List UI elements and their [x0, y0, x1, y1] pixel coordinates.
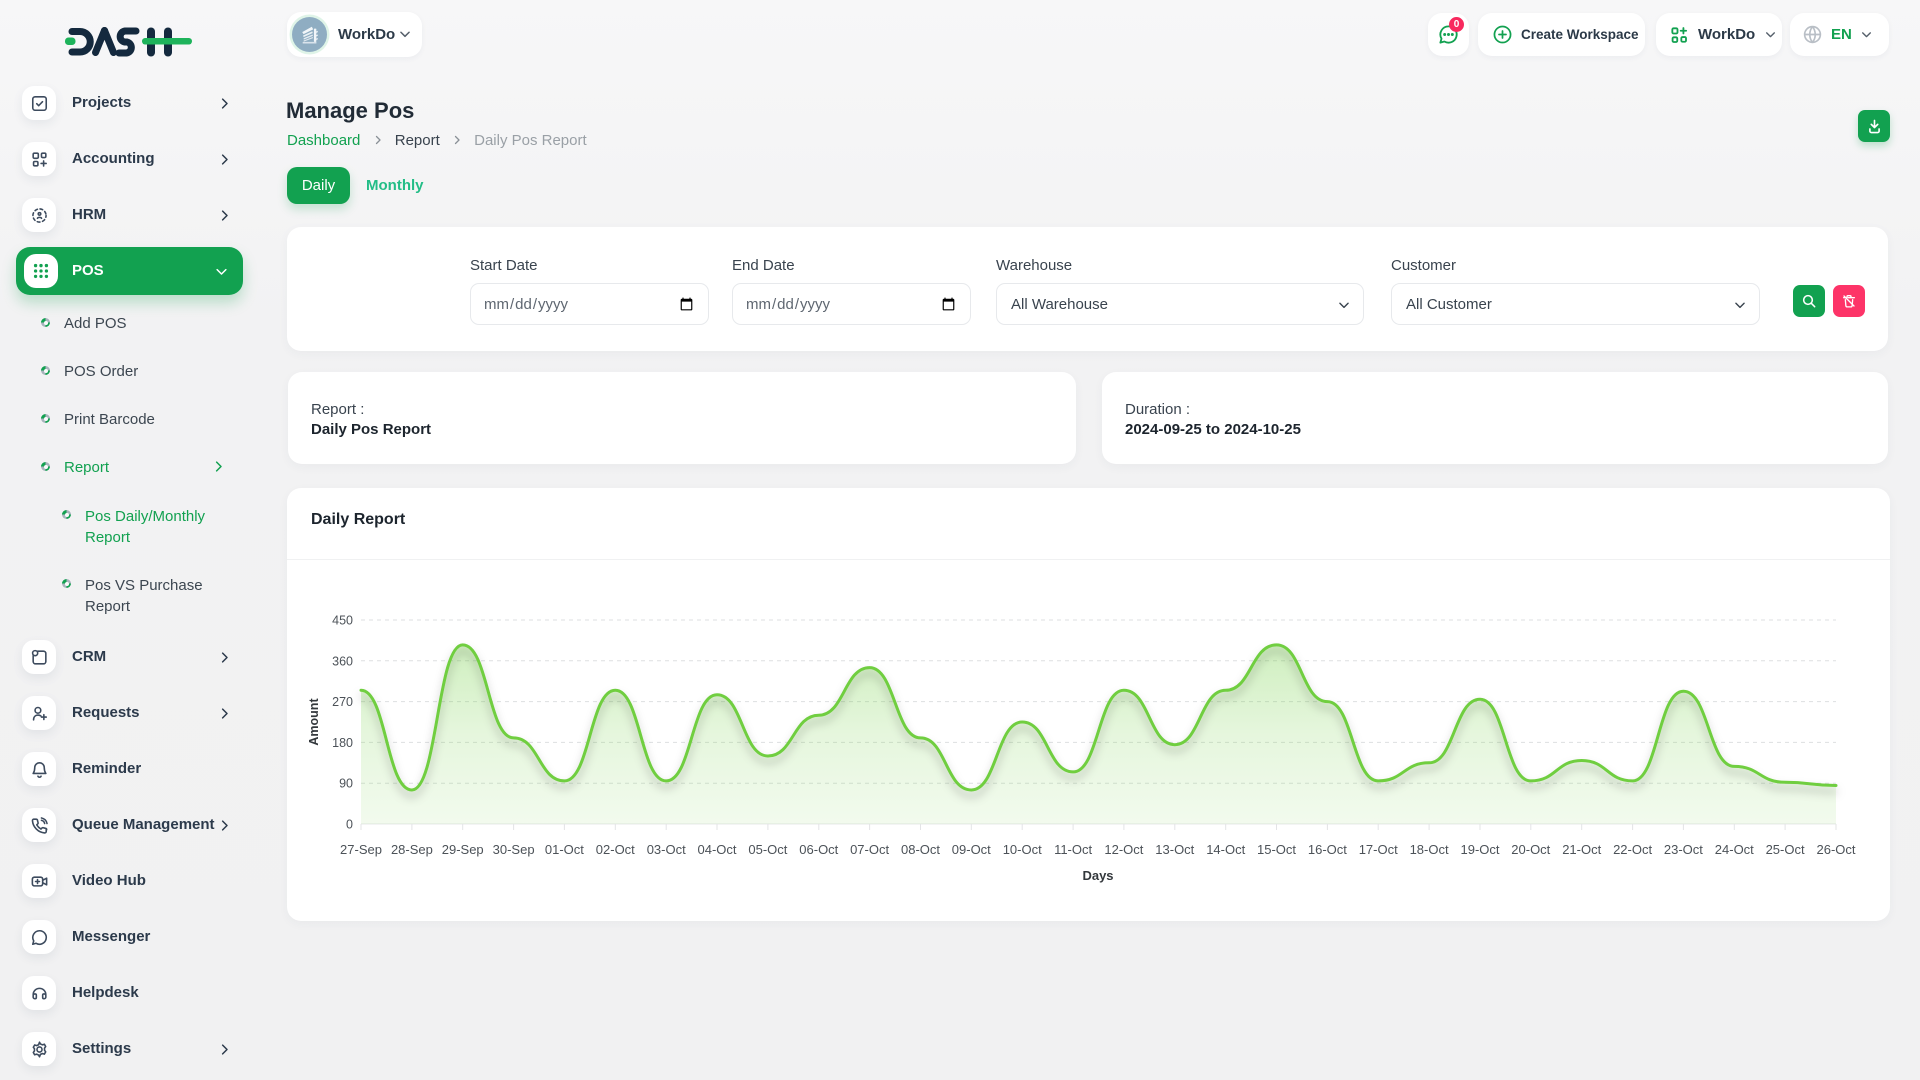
svg-text:02-Oct: 02-Oct: [596, 842, 635, 857]
svg-text:03-Oct: 03-Oct: [647, 842, 686, 857]
svg-text:19-Oct: 19-Oct: [1460, 842, 1499, 857]
svg-text:Days: Days: [1082, 868, 1113, 883]
svg-text:11-Oct: 11-Oct: [1054, 842, 1092, 857]
svg-text:90: 90: [339, 777, 353, 791]
svg-text:22-Oct: 22-Oct: [1613, 842, 1652, 857]
svg-text:14-Oct: 14-Oct: [1206, 842, 1245, 857]
svg-text:360: 360: [332, 654, 353, 668]
svg-text:Amount: Amount: [307, 698, 321, 746]
svg-text:28-Sep: 28-Sep: [391, 842, 433, 857]
svg-text:10-Oct: 10-Oct: [1003, 842, 1042, 857]
svg-text:25-Oct: 25-Oct: [1766, 842, 1805, 857]
svg-text:15-Oct: 15-Oct: [1257, 842, 1296, 857]
svg-text:01-Oct: 01-Oct: [545, 842, 584, 857]
svg-text:21-Oct: 21-Oct: [1562, 842, 1601, 857]
svg-text:09-Oct: 09-Oct: [952, 842, 991, 857]
svg-text:20-Oct: 20-Oct: [1511, 842, 1550, 857]
svg-text:05-Oct: 05-Oct: [748, 842, 787, 857]
svg-text:08-Oct: 08-Oct: [901, 842, 940, 857]
svg-text:29-Sep: 29-Sep: [442, 842, 484, 857]
svg-text:04-Oct: 04-Oct: [697, 842, 736, 857]
svg-text:07-Oct: 07-Oct: [850, 842, 889, 857]
svg-text:24-Oct: 24-Oct: [1715, 842, 1754, 857]
svg-text:16-Oct: 16-Oct: [1308, 842, 1347, 857]
svg-text:23-Oct: 23-Oct: [1664, 842, 1703, 857]
svg-text:12-Oct: 12-Oct: [1104, 842, 1143, 857]
svg-text:30-Sep: 30-Sep: [493, 842, 535, 857]
svg-text:18-Oct: 18-Oct: [1410, 842, 1449, 857]
svg-text:450: 450: [332, 614, 353, 628]
svg-text:0: 0: [346, 818, 353, 832]
svg-text:180: 180: [332, 736, 353, 750]
svg-text:17-Oct: 17-Oct: [1359, 842, 1398, 857]
svg-text:13-Oct: 13-Oct: [1155, 842, 1194, 857]
svg-text:26-Oct: 26-Oct: [1816, 842, 1855, 857]
svg-text:27-Sep: 27-Sep: [340, 842, 382, 857]
svg-text:270: 270: [332, 695, 353, 709]
svg-text:06-Oct: 06-Oct: [799, 842, 838, 857]
